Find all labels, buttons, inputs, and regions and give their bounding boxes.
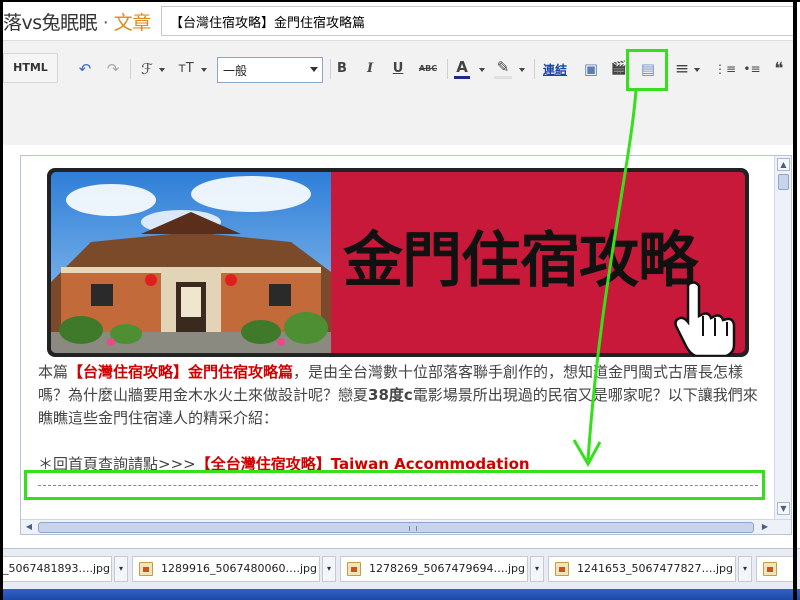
blog-name[interactable]: 落vs兔眠眠 [3, 12, 98, 34]
intro-title-highlight: 【台灣住宿攻略】金門住宿攻略篇 [68, 363, 294, 381]
scroll-down-icon[interactable]: ▼ [777, 502, 790, 515]
window-frame-left [0, 0, 3, 600]
insert-link-button[interactable]: 連結 [543, 61, 567, 78]
bulleted-list-icon[interactable]: •≡ [742, 59, 762, 79]
jump-break-line[interactable] [38, 485, 758, 486]
annotation-arrow [572, 89, 638, 468]
undo-icon[interactable]: ↶ [75, 59, 95, 79]
post-editor[interactable]: 金門住宿攻略 本篇【台灣住宿攻略】金門住宿攻略篇，是由全台灣數十位部落客聯手創作… [20, 155, 792, 535]
toolbar-divider [534, 59, 535, 79]
pointer-hand-icon [674, 281, 736, 356]
intro-movie-temp: 38度c [368, 386, 413, 404]
title-separator: · [102, 12, 109, 34]
text-color-icon[interactable]: A [454, 59, 470, 79]
chevron-down-icon[interactable] [201, 68, 207, 72]
download-item[interactable]: _5067481893….jpg [0, 556, 112, 582]
chevron-down-icon[interactable] [519, 68, 525, 72]
html-mode-button[interactable]: HTML [3, 53, 58, 83]
strikethrough-icon[interactable]: ABC [415, 59, 441, 79]
editor-toolbar: HTML ↶ ↷ ℱ тT 一般 B I U ABC A ✎ 連結 ▣ 🎬 ▤ … [3, 40, 793, 145]
blog-title: 落vs兔眠眠 · 文章 [3, 8, 151, 35]
toolbar-divider [130, 59, 131, 79]
jpg-file-icon [347, 562, 361, 576]
scroll-left-icon[interactable]: ◀ [23, 521, 35, 533]
jpg-file-icon [763, 562, 777, 576]
editor-content[interactable]: 金門住宿攻略 本篇【台灣住宿攻略】金門住宿攻略篇，是由全台灣數十位部落客聯手創作… [21, 156, 774, 519]
toolbar-divider [330, 59, 331, 79]
chevron-down-icon[interactable]: ▾ [322, 556, 336, 582]
scroll-right-icon[interactable]: ▶ [759, 521, 771, 533]
highlight-icon[interactable]: ✎ [494, 59, 512, 79]
italic-icon[interactable]: I [362, 59, 378, 79]
paragraph-style-value: 一般 [223, 64, 248, 78]
chevron-down-icon[interactable] [159, 68, 165, 72]
jpg-file-icon [139, 562, 153, 576]
horizontal-scroll-thumb[interactable] [38, 522, 754, 533]
scroll-grip [409, 526, 417, 531]
download-item-name: _5067481893….jpg [3, 562, 111, 575]
download-item[interactable] [756, 556, 796, 582]
section-label[interactable]: 文章 [114, 12, 152, 34]
post-title-input[interactable] [161, 6, 793, 36]
jpg-file-icon [555, 562, 569, 576]
numbered-list-icon[interactable]: ⋮≡ [714, 59, 736, 79]
underline-icon[interactable]: U [390, 59, 406, 79]
image-icon[interactable]: ▣ [581, 59, 601, 79]
bold-icon[interactable]: B [334, 59, 350, 79]
intro-prefix: 本篇 [38, 363, 69, 381]
chevron-down-icon[interactable]: ▾ [738, 556, 752, 582]
chevron-down-icon[interactable]: ▾ [530, 556, 544, 582]
download-item-name: 1278269_5067479694….jpg [369, 562, 525, 575]
chevron-down-icon[interactable]: ▾ [114, 556, 128, 582]
system-taskbar [0, 589, 800, 600]
quote-icon[interactable]: ❝ [769, 59, 789, 79]
scroll-up-icon[interactable]: ▲ [777, 158, 790, 171]
vertical-scrollbar[interactable]: ▲ ▼ [774, 156, 791, 519]
download-item[interactable]: 1289916_5067480060….jpg [132, 556, 320, 582]
font-size-icon[interactable]: тT [175, 59, 197, 79]
download-item[interactable]: 1278269_5067479694….jpg [340, 556, 528, 582]
horizontal-scrollbar[interactable]: ◀ ▶ [21, 519, 791, 534]
download-item[interactable]: 1241653_5067477827….jpg [548, 556, 736, 582]
jump-break-icon[interactable]: ▤ [638, 59, 658, 79]
house-illustration [51, 172, 331, 353]
house-photo [51, 172, 331, 353]
redo-icon[interactable]: ↷ [103, 59, 123, 79]
download-item-name: 1241653_5067477827….jpg [577, 562, 733, 575]
paragraph-style-select[interactable]: 一般 [217, 57, 323, 83]
home-link-line[interactable]: ＊回首頁查詢請點>>>【全台灣住宿攻略】Taiwan Accommodation [38, 453, 530, 474]
align-icon[interactable]: ≡ [673, 59, 691, 79]
chevron-down-icon[interactable] [694, 68, 700, 72]
chevron-down-icon[interactable] [479, 68, 485, 72]
home-link-prefix: ＊回首頁查詢請點>>> [38, 455, 196, 473]
font-family-icon[interactable]: ℱ [137, 59, 157, 79]
vertical-scroll-thumb[interactable] [778, 174, 789, 190]
title-row: 落vs兔眠眠 · 文章 [3, 2, 793, 40]
download-bar: _5067481893….jpg ▾ 1289916_5067480060….j… [0, 548, 800, 600]
chevron-down-icon [310, 67, 318, 72]
window-frame-right [793, 0, 797, 600]
download-item-name: 1289916_5067480060….jpg [161, 562, 317, 575]
home-link-text[interactable]: 【全台灣住宿攻略】Taiwan Accommodation [196, 455, 530, 473]
toolbar-divider [447, 59, 448, 79]
video-icon[interactable]: 🎬 [609, 59, 629, 79]
